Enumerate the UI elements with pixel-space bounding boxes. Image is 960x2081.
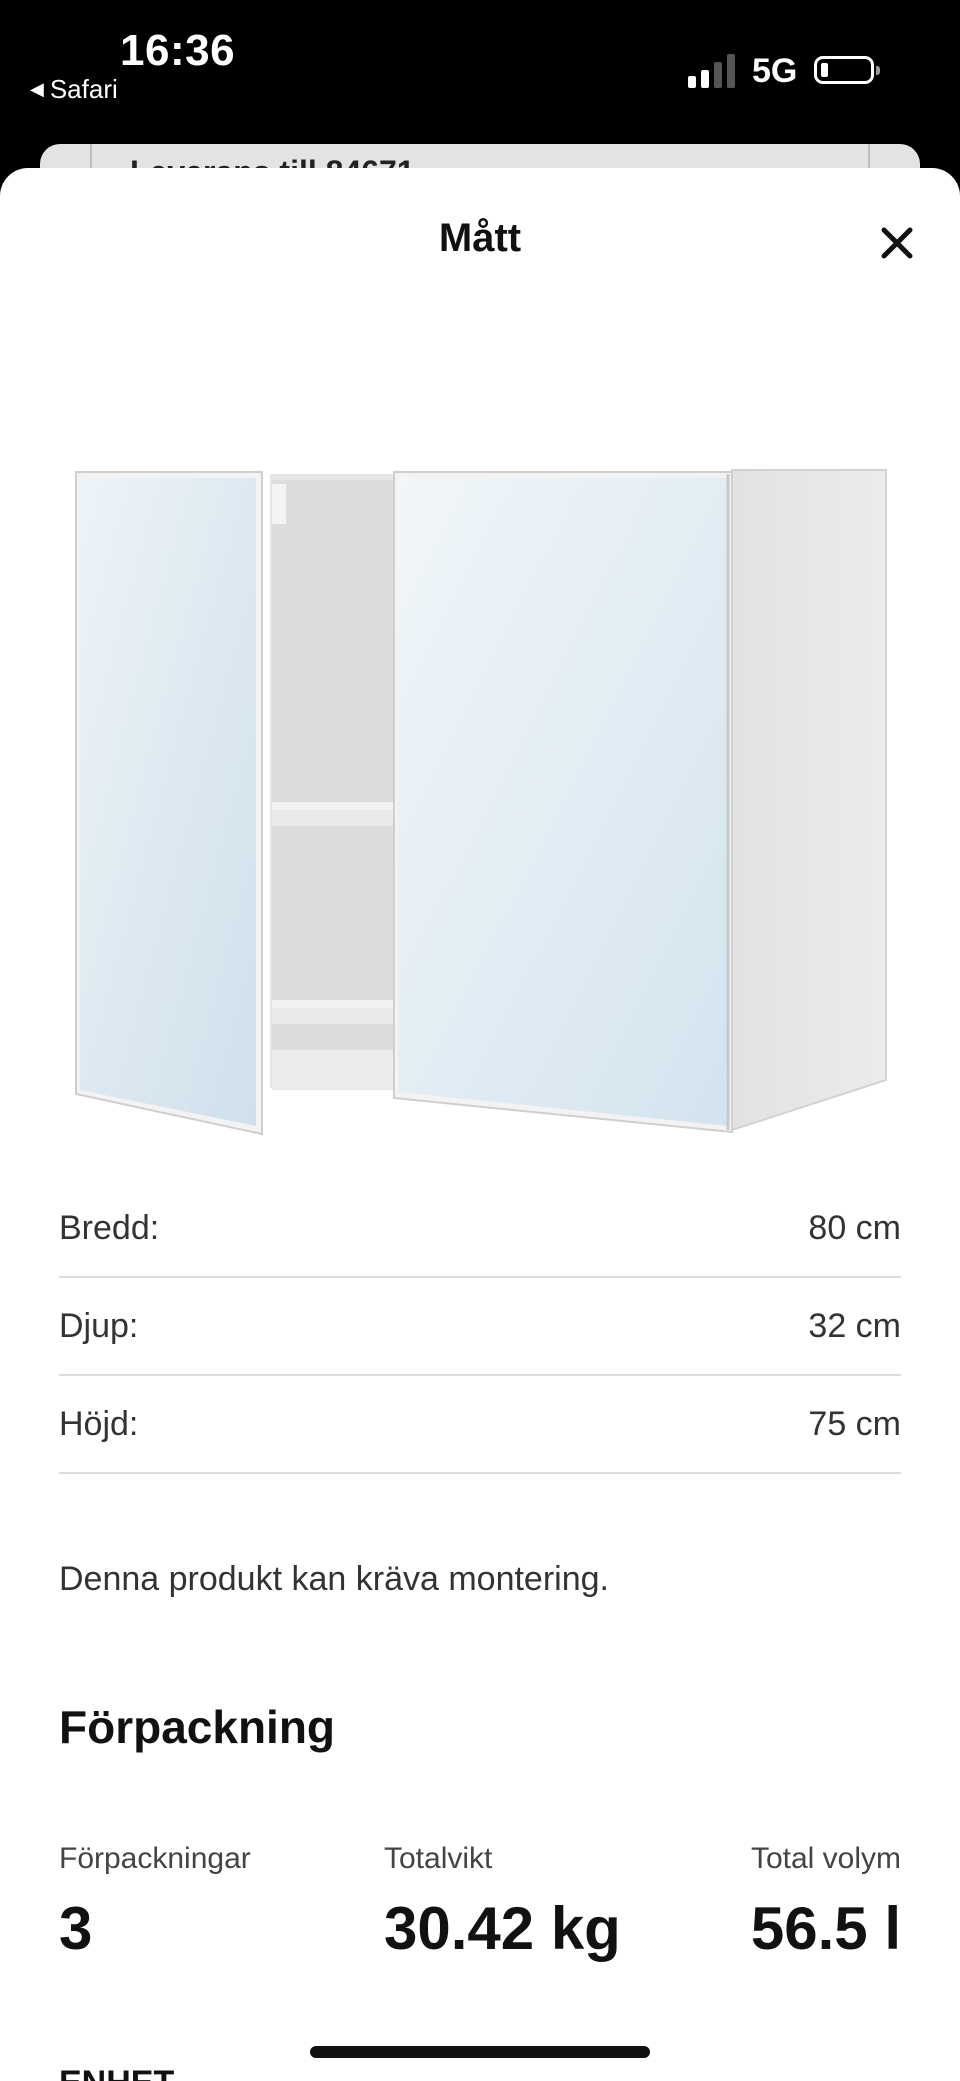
dimension-row-depth: Djup: 32 cm [59, 1278, 901, 1376]
total-weight-value: 30.42 kg [384, 1895, 621, 1962]
dimension-value: 80 cm [808, 1208, 901, 1247]
dimensions-list: Bredd: 80 cm Djup: 32 cm Höjd: 75 cm [59, 1180, 901, 1474]
back-triangle-icon: ◀ [30, 79, 44, 99]
packages-value: 3 [59, 1895, 93, 1962]
back-app-label: Safari [49, 74, 118, 104]
dimension-row-height: Höjd: 75 cm [59, 1376, 901, 1474]
total-volume-label: Total volym [750, 1842, 901, 1875]
status-time: 16:36 [120, 26, 236, 75]
packages-label: Förpackningar [59, 1842, 251, 1875]
close-icon [881, 227, 913, 259]
dimension-row-width: Bredd: 80 cm [59, 1180, 901, 1278]
status-bar: 16:36 ◀ Safari 5G [0, 0, 960, 140]
home-indicator[interactable] [310, 2046, 650, 2058]
back-to-app-link[interactable]: ◀ Safari [30, 74, 118, 105]
assembly-note: Denna produkt kan kräva montering. [59, 1560, 609, 1598]
next-section-peek: ENHET [59, 2064, 174, 2081]
battery-icon [814, 56, 880, 84]
dimension-value: 75 cm [808, 1404, 901, 1443]
modal-title: Mått [438, 216, 522, 260]
total-weight-label: Totalvikt [384, 1842, 493, 1875]
dimension-label: Djup: [59, 1306, 139, 1345]
signal-icon [688, 52, 735, 88]
packaging-heading: Förpackning [59, 1701, 336, 1753]
total-volume-value: 56.5 l [750, 1895, 901, 1962]
network-label: 5G [752, 52, 798, 90]
dimension-label: Höjd: [59, 1404, 139, 1443]
product-image [75, 469, 887, 1136]
dimension-label: Bredd: [59, 1208, 160, 1247]
close-button[interactable] [870, 216, 924, 270]
dimension-value: 32 cm [808, 1306, 901, 1345]
dimensions-modal: Mått Bredd: 80 cm Djup: 32 cm Höjd: 75 c… [0, 168, 960, 2081]
